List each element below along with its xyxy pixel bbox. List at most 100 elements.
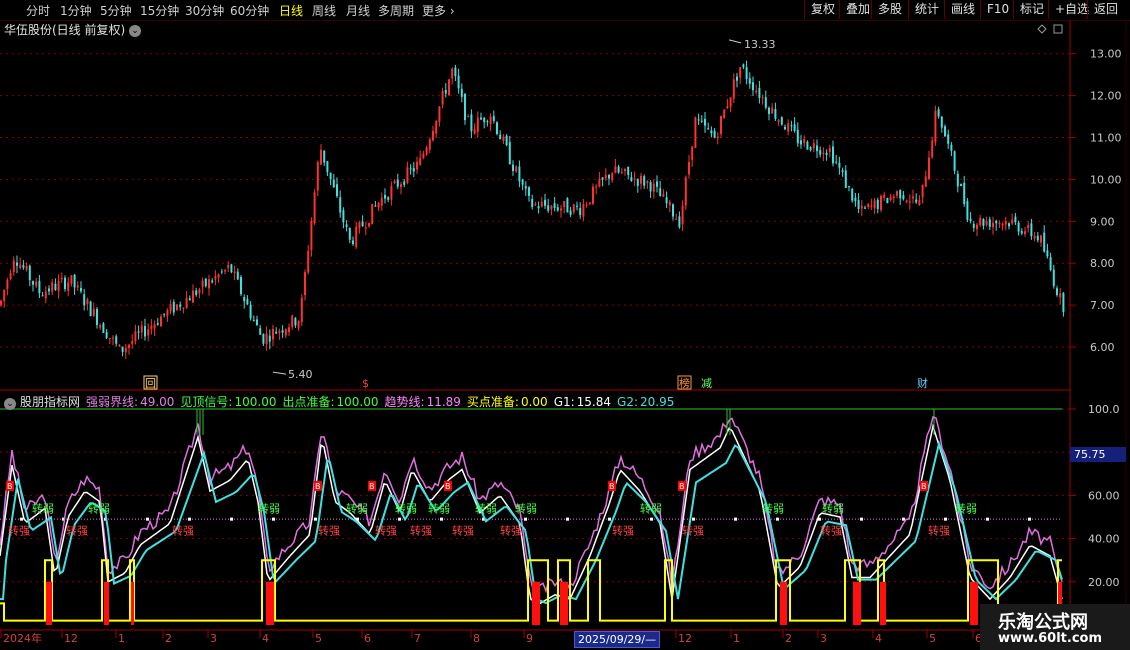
indicator-name[interactable]: 股朋指标网 <box>20 395 80 409</box>
candle-body <box>80 287 82 292</box>
candle-body <box>822 152 825 155</box>
candle-body <box>393 180 396 183</box>
candle-body <box>483 117 486 123</box>
candle-body <box>172 302 175 313</box>
timeline-label: 4 <box>262 632 269 645</box>
indicator-item-3: 趋势线: 11.89 <box>385 395 461 409</box>
candle-body <box>252 319 255 321</box>
candle-body <box>1014 216 1017 223</box>
period-tab-0[interactable]: 分时 <box>26 2 50 19</box>
toolbar-button-3[interactable]: 统计 <box>908 0 945 19</box>
toolbar-button-6[interactable]: 标记 <box>1013 0 1050 19</box>
period-tab-7[interactable]: 周线 <box>312 2 336 19</box>
candle-body <box>953 151 956 171</box>
candle-body <box>281 330 284 333</box>
candle-body <box>476 117 479 132</box>
candle-body <box>710 130 713 134</box>
candle-body <box>918 200 921 206</box>
strong-signal-label: 转强 <box>375 523 397 537</box>
candle-body <box>966 201 969 220</box>
candle-body <box>540 202 543 207</box>
indicator-item-label: 出点准备: <box>282 395 335 409</box>
period-tab-1[interactable]: 1分钟 <box>60 2 92 19</box>
candle-body <box>902 195 905 200</box>
candle-body <box>41 295 44 297</box>
period-tab-10[interactable]: 更多 › <box>422 2 455 19</box>
candle-body <box>457 75 460 89</box>
period-tab-8[interactable]: 月线 <box>346 2 370 19</box>
candle-body <box>713 130 716 138</box>
candle-body <box>976 224 978 230</box>
strong-signal-label: 转强 <box>172 523 194 537</box>
period-tab-5[interactable]: 60分钟 <box>230 2 269 19</box>
candle-body <box>220 271 223 273</box>
candle-body <box>809 147 812 151</box>
chart-canvas[interactable]: 13.0012.0011.0010.009.008.007.006.0013.3… <box>0 20 1130 650</box>
toolbar-button-2[interactable]: 多股 <box>871 0 908 19</box>
candle-body <box>816 145 818 152</box>
candle-body <box>387 197 390 200</box>
candle-body <box>684 177 687 206</box>
timeline-label: 7 <box>414 632 421 645</box>
buy-mark: B <box>921 482 927 491</box>
candle-body <box>185 297 188 309</box>
candle-body <box>352 240 354 245</box>
candle-body <box>848 186 850 188</box>
weak-signal-label: 转弱 <box>640 502 662 516</box>
candle-body <box>377 202 380 208</box>
candle-body <box>643 176 646 186</box>
candle-body <box>102 323 105 333</box>
candle-body <box>278 330 281 333</box>
candle-body <box>560 208 562 211</box>
candle-body <box>124 348 127 353</box>
price-tick-label: 11.00 <box>1090 132 1122 145</box>
period-tab-2[interactable]: 5分钟 <box>100 2 132 19</box>
cursor-date-badge: 2025/09/29/— <box>574 631 661 648</box>
weak-signal-label: 转弱 <box>475 502 497 516</box>
candle-body <box>297 320 300 328</box>
weak-signal-label: 转弱 <box>955 502 977 516</box>
period-tab-4[interactable]: 30分钟 <box>185 2 224 19</box>
candle-body <box>256 319 258 326</box>
candle-body <box>51 282 54 292</box>
candle-body <box>873 200 876 209</box>
period-tab-6[interactable]: 日线 <box>279 2 303 19</box>
period-tab-3[interactable]: 15分钟 <box>140 2 179 19</box>
weak-signal-label: 转弱 <box>428 502 450 516</box>
candle-body <box>1052 269 1055 287</box>
candle-body <box>1001 223 1004 226</box>
candle-body <box>73 274 76 288</box>
buy-mark: B <box>315 482 321 491</box>
period-tab-9[interactable]: 多周期 <box>378 2 414 19</box>
candle-body <box>214 276 217 280</box>
candle-body <box>217 274 220 278</box>
candle-body <box>499 134 502 140</box>
candle-body <box>502 136 505 141</box>
candle-body <box>169 304 172 312</box>
sell-bar <box>560 581 568 625</box>
candle-body <box>198 289 201 294</box>
event-marker: 减 <box>701 377 712 390</box>
candle-body <box>896 191 898 196</box>
candle-body <box>908 201 911 203</box>
candle-body <box>288 327 290 333</box>
candle-body <box>150 325 153 330</box>
toolbar-button-4[interactable]: 画线 <box>944 0 981 19</box>
candle-body <box>611 173 614 181</box>
toolbar-button-0[interactable]: 复权 <box>804 0 841 19</box>
candle-body <box>668 201 671 206</box>
candle-body <box>390 185 393 200</box>
candle-body <box>1043 232 1046 252</box>
indicator-item-value: 100.00 <box>336 395 379 409</box>
candle-body <box>630 177 633 181</box>
toolbar-button-5[interactable]: F10 <box>980 0 1015 19</box>
candle-body <box>841 170 844 173</box>
strong-signal-label: 转强 <box>682 523 704 537</box>
candle-body <box>345 224 348 227</box>
candle-body <box>681 205 684 225</box>
boundary-dot <box>314 517 317 521</box>
chevron-down-icon[interactable]: ⌄ <box>4 398 16 410</box>
strong-signal-label: 转强 <box>820 523 842 537</box>
toolbar-button-8[interactable]: 返回 <box>1087 0 1124 19</box>
candle-body <box>403 181 406 185</box>
